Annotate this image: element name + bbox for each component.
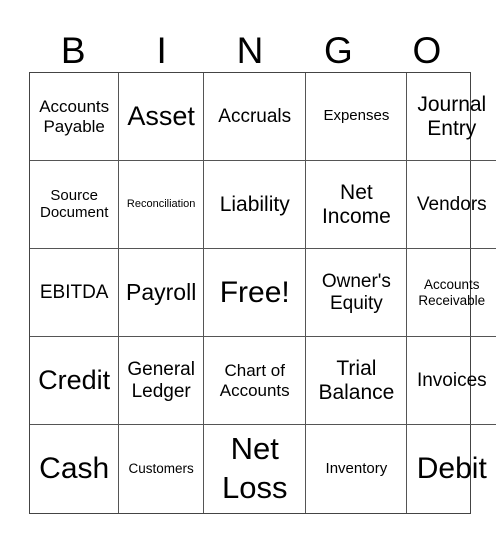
bingo-header: B I N G O	[29, 30, 471, 72]
bingo-cell[interactable]: Payroll	[119, 249, 204, 337]
bingo-cell[interactable]: Asset	[119, 73, 204, 161]
header-letter-n: N	[236, 30, 264, 71]
bingo-cell[interactable]: Reconciliation	[119, 161, 204, 249]
bingo-cell[interactable]: Customers	[119, 425, 204, 513]
bingo-cell[interactable]: Inventory	[306, 425, 408, 513]
bingo-cell[interactable]: Invoices	[407, 337, 497, 425]
bingo-cell[interactable]: Debit	[407, 425, 496, 513]
free-space[interactable]: Free!	[203, 249, 307, 337]
bingo-cell[interactable]: Expenses	[306, 73, 408, 161]
bingo-cell[interactable]: Source Document	[30, 161, 120, 249]
header-letter-o: O	[412, 30, 442, 71]
bingo-cell[interactable]: EBITDA	[30, 249, 120, 337]
header-letter-i: I	[156, 30, 167, 71]
bingo-cell[interactable]: Accounts Payable	[30, 73, 120, 161]
bingo-cell[interactable]: Vendors	[407, 161, 497, 249]
header-letter-g: G	[324, 30, 353, 71]
bingo-grid: Accounts Payable Asset Accruals Expenses…	[29, 72, 497, 514]
bingo-cell[interactable]: Net Income	[306, 161, 408, 249]
bingo-cell[interactable]: Cash	[30, 425, 120, 513]
bingo-cell[interactable]: General Ledger	[119, 337, 204, 425]
bingo-cell[interactable]: Accruals	[203, 73, 307, 161]
bingo-cell[interactable]: Owner's Equity	[306, 249, 408, 337]
bingo-cell[interactable]: Credit	[30, 337, 120, 425]
header-letter-b: B	[60, 30, 86, 71]
bingo-cell[interactable]: Accounts Receivable	[407, 249, 497, 337]
bingo-cell[interactable]: Chart of Accounts	[203, 337, 307, 425]
bingo-cell[interactable]: Net Loss	[204, 425, 307, 513]
bingo-cell[interactable]: Trial Balance	[306, 337, 408, 425]
bingo-cell[interactable]: Journal Entry	[407, 73, 497, 161]
bingo-cell[interactable]: Liability	[203, 161, 307, 249]
